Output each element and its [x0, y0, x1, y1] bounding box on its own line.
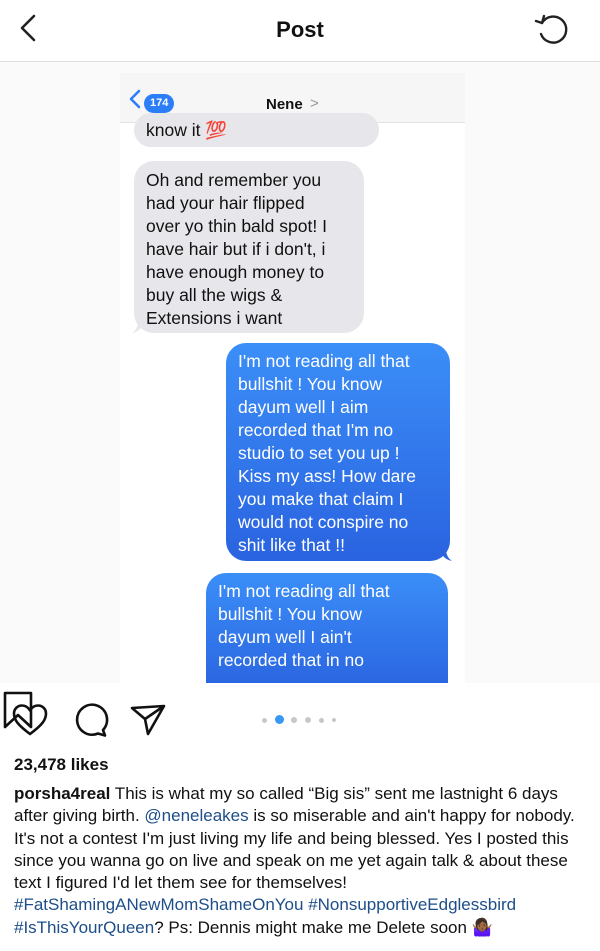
message-line: recorded that I'm no	[238, 420, 394, 440]
caption-hashtag[interactable]: #FatShamingANewMomShameOnYou	[14, 895, 303, 914]
message-bubble-received: Oh and remember you had your hair flippe…	[134, 161, 364, 333]
message-line: I'm not reading all that	[238, 351, 410, 371]
contact-chevron-icon: >	[310, 95, 319, 112]
messages-back-icon	[129, 89, 141, 109]
caption-mention[interactable]: @neneleakes	[144, 806, 248, 825]
message-line: dayum well I ain't	[218, 627, 352, 647]
caption-hashtag[interactable]: #NonsupportiveEdglessbird	[308, 895, 516, 914]
contact-name: Nene	[266, 96, 303, 113]
bubble-tail-icon	[132, 321, 144, 333]
message-line: over yo thin bald spot! I	[146, 216, 327, 236]
heart-outline-icon[interactable]	[10, 700, 50, 740]
message-line: you make that claim I	[238, 489, 404, 509]
refresh-icon[interactable]	[532, 10, 572, 50]
post-header: Post	[0, 0, 600, 62]
message-bubble-sent: I'm not reading all that bullshit ! You …	[206, 573, 448, 683]
message-line: bullshit ! You know	[238, 374, 382, 394]
message-line: bullshit ! You know	[218, 604, 362, 624]
paper-plane-icon[interactable]	[128, 700, 168, 740]
likes-count[interactable]: 23,478 likes	[14, 755, 109, 775]
caption-hashtag[interactable]: #IsThisYourQueen	[14, 918, 154, 937]
post-action-bar	[0, 690, 600, 748]
bubble-tail-icon	[440, 549, 452, 561]
message-line: I'm not reading all that	[218, 581, 390, 601]
carousel-dot-active	[275, 715, 284, 724]
message-line: have hair but if i don't, i	[146, 239, 326, 259]
message-line: Oh and remember you	[146, 170, 322, 190]
page-title: Post	[276, 17, 324, 42]
message-bubble-sent: I'm not reading all that bullshit ! You …	[226, 343, 450, 561]
message-line: buy all the wigs &	[146, 285, 283, 305]
message-bubble-received: know it 💯	[134, 113, 379, 147]
messages-screenshot: 174 Nene > know it 💯 Oh and remember you…	[120, 73, 465, 683]
post-caption: porsha4real This is what my so called “B…	[14, 783, 588, 939]
carousel-dot	[262, 718, 267, 723]
carousel-dot	[319, 718, 324, 723]
message-line: know it 💯	[146, 120, 228, 140]
post-image[interactable]: 174 Nene > know it 💯 Oh and remember you…	[0, 63, 600, 683]
carousel-dot	[305, 717, 311, 723]
message-line: would not conspire no	[238, 512, 409, 532]
caption-text: ? Ps: Dennis might make me Delete soon 🤷…	[154, 917, 493, 937]
message-line: had your hair flipped	[146, 193, 305, 213]
message-line: have enough money to	[146, 262, 325, 282]
message-line: studio to set you up !	[238, 443, 400, 463]
message-line: dayum well I aim	[238, 397, 369, 417]
caption-username[interactable]: porsha4real	[14, 784, 110, 803]
carousel-indicator	[262, 714, 352, 726]
message-line: Extensions i want	[146, 308, 283, 328]
message-line: Kiss my ass! How dare	[238, 466, 416, 486]
message-line: shit like that !!	[238, 535, 345, 555]
carousel-dot	[291, 717, 297, 723]
carousel-dot	[332, 718, 336, 722]
comment-bubble-icon[interactable]	[70, 700, 110, 740]
unread-badge: 174	[144, 94, 175, 113]
message-line: recorded that in no	[218, 650, 364, 670]
